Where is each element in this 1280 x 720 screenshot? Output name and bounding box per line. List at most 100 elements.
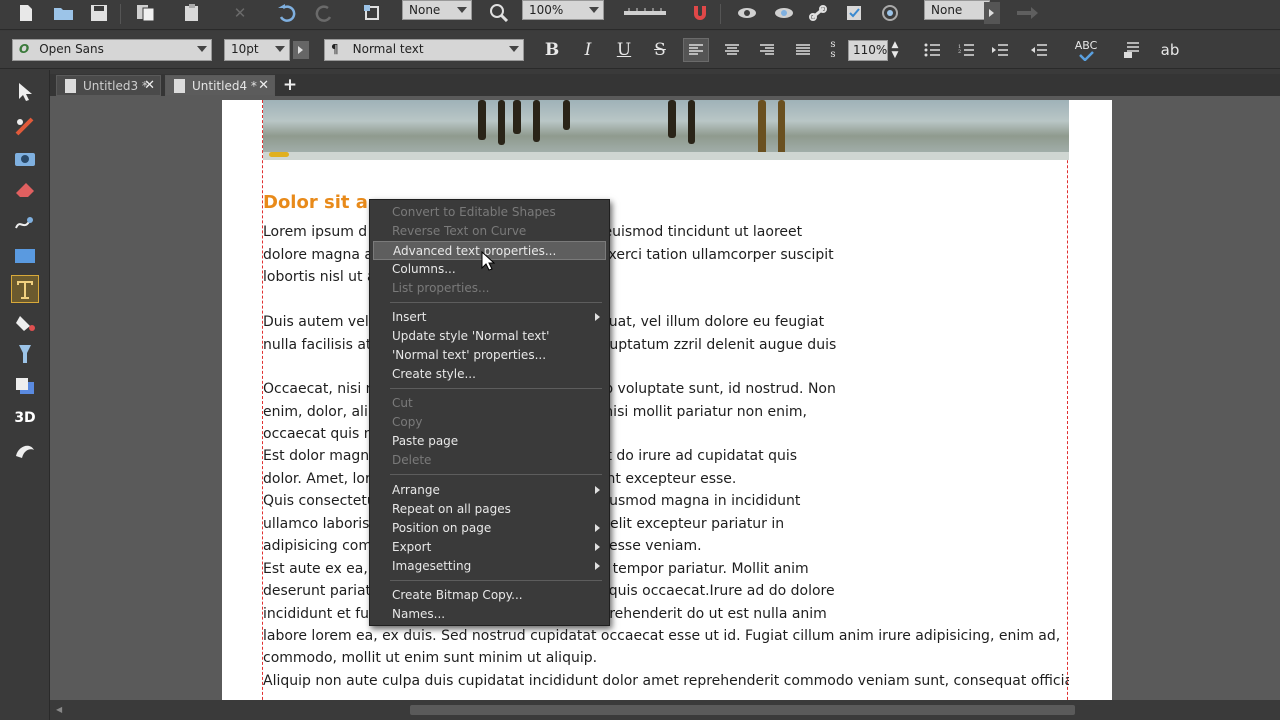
tab-label: Untitled4 * [192, 79, 257, 93]
spin-arrows-icon[interactable]: ▲ ▼ [888, 38, 902, 62]
arrow-right-icon[interactable] [1015, 2, 1039, 24]
pilcrow-icon: ¶ [331, 42, 339, 56]
menu-item-arrange[interactable]: Arrange [373, 481, 606, 500]
toolbar-divider [120, 4, 121, 24]
menu-item-paste-page[interactable]: Paste page [373, 432, 606, 451]
tab-label: Untitled3 * [83, 79, 148, 93]
shadow-value: None [931, 3, 963, 17]
menu-item-create-style[interactable]: Create style... [373, 365, 606, 384]
text-check-icon[interactable] [1119, 38, 1145, 62]
check-document-icon[interactable] [843, 2, 867, 24]
web-broadcast-icon[interactable] [878, 2, 902, 24]
pen-tool-icon[interactable] [11, 209, 39, 237]
menu-divider [390, 474, 602, 475]
magnet-snap-icon[interactable] [688, 2, 712, 24]
tab-untitled4[interactable]: Untitled4 * ✕ [165, 75, 275, 96]
menu-item-insert[interactable]: Insert [373, 308, 606, 327]
tab-untitled3[interactable]: Untitled3 * ✕ [56, 75, 161, 96]
align-left-icon[interactable] [683, 38, 709, 62]
save-icon[interactable] [87, 2, 111, 24]
selector-tool-icon[interactable] [11, 78, 39, 106]
shadow-tool-icon[interactable] [11, 372, 39, 400]
transparency-tool-icon[interactable] [11, 340, 39, 368]
horizontal-scrollbar[interactable]: ◀ [50, 700, 1280, 720]
rectangle-tool-icon[interactable] [11, 242, 39, 270]
workspace: Dolor sit a Lorem ipsum d ng elit, sed d… [50, 96, 1280, 720]
zoom-dropdown[interactable]: 100% [522, 0, 604, 20]
text-zoom-field[interactable]: 110% [848, 40, 888, 61]
ruler-icon[interactable] [620, 2, 670, 24]
align-center-icon[interactable] [719, 38, 745, 62]
open-folder-icon[interactable] [52, 2, 76, 24]
line-style-dropdown[interactable]: None [402, 0, 472, 20]
add-tab-button[interactable]: + [280, 75, 300, 95]
new-document-icon[interactable] [14, 2, 38, 24]
3d-tool-icon[interactable]: 3D [11, 404, 39, 432]
menu-item-cut: Cut [392, 396, 413, 410]
bullet-list-icon[interactable] [919, 38, 945, 62]
italic-button[interactable]: I [575, 38, 601, 62]
align-right-icon[interactable] [754, 38, 780, 62]
numbered-list-icon[interactable]: 12 [953, 38, 979, 62]
menu-item-names[interactable]: Names... [373, 605, 606, 624]
font-family-dropdown[interactable]: O Open Sans [12, 39, 212, 61]
transform-icon[interactable] [360, 2, 384, 24]
scrollbar-thumb[interactable] [410, 705, 1075, 715]
menu-item-create-bitmap-copy[interactable]: Create Bitmap Copy... [373, 586, 606, 605]
menu-item-copy: Copy [392, 415, 423, 429]
tool-panel: 3D [0, 70, 50, 720]
menu-item-export[interactable]: Export [373, 538, 606, 557]
redo-icon[interactable] [312, 2, 336, 24]
zoom-magnifier-icon[interactable] [487, 2, 511, 24]
menu-item-repeat-on-all-pages[interactable]: Repeat on all pages [373, 500, 606, 519]
menu-divider [390, 580, 602, 581]
chevron-right-icon[interactable] [293, 41, 309, 59]
copy-pages-icon[interactable] [134, 2, 158, 24]
indent-icon[interactable] [987, 38, 1013, 62]
menu-item-normal-text-properties[interactable]: 'Normal text' properties... [373, 346, 606, 365]
paste-icon[interactable] [180, 2, 204, 24]
scroll-left-icon[interactable]: ◀ [56, 705, 62, 714]
menu-divider [390, 302, 602, 303]
eraser-tool-icon[interactable] [11, 176, 39, 204]
shadow-dropdown[interactable]: None [924, 0, 990, 20]
mould-tool-icon[interactable] [11, 436, 39, 464]
menu-item-label: Export [392, 540, 432, 554]
menu-item-update-style[interactable]: Update style 'Normal text' [373, 327, 606, 346]
photo-tool-icon[interactable] [11, 144, 39, 172]
menu-item-label: Imagesetting [392, 559, 472, 573]
document-icon [174, 79, 185, 93]
close-icon[interactable]: ✕ [258, 78, 269, 93]
svg-text:2: 2 [958, 49, 961, 55]
document-heading: Dolor sit a [263, 192, 368, 213]
font-family-value: Open Sans [39, 42, 104, 56]
align-justify-icon[interactable] [790, 38, 816, 62]
bold-button[interactable]: B [539, 38, 565, 62]
text-style-dropdown[interactable]: ¶ Normal text [324, 39, 524, 61]
strikethrough-button[interactable]: S [647, 38, 673, 62]
superscript-subscript-icon[interactable]: ss [820, 38, 846, 62]
replace-text-button[interactable]: ab [1157, 38, 1183, 62]
chevron-right-icon[interactable] [984, 2, 1000, 24]
outdent-icon[interactable] [1026, 38, 1052, 62]
view-eye-icon[interactable] [735, 2, 759, 24]
link-icon[interactable] [806, 2, 830, 24]
document-icon [65, 79, 76, 93]
delete-icon[interactable]: ✕ [228, 2, 252, 24]
shape-editor-tool-icon[interactable] [11, 112, 39, 140]
menu-item-list-properties: List properties... [392, 281, 490, 295]
menu-divider [390, 388, 602, 389]
spell-check-icon[interactable]: ABC [1070, 38, 1102, 62]
menu-item-imagesetting[interactable]: Imagesetting [373, 557, 606, 576]
close-icon[interactable]: ✕ [144, 78, 155, 93]
fill-tool-icon[interactable] [11, 308, 39, 336]
document-page[interactable]: Dolor sit a Lorem ipsum d ng elit, sed d… [222, 100, 1112, 720]
underline-button[interactable]: U [611, 38, 637, 62]
font-size-value: 10pt [231, 42, 259, 56]
undo-icon[interactable] [275, 2, 299, 24]
chevron-down-icon [197, 46, 207, 52]
menu-item-position-on-page[interactable]: Position on page [373, 519, 606, 538]
text-tool-icon[interactable] [11, 275, 39, 303]
quality-eye-icon[interactable] [772, 2, 796, 24]
font-size-dropdown[interactable]: 10pt [224, 39, 290, 61]
